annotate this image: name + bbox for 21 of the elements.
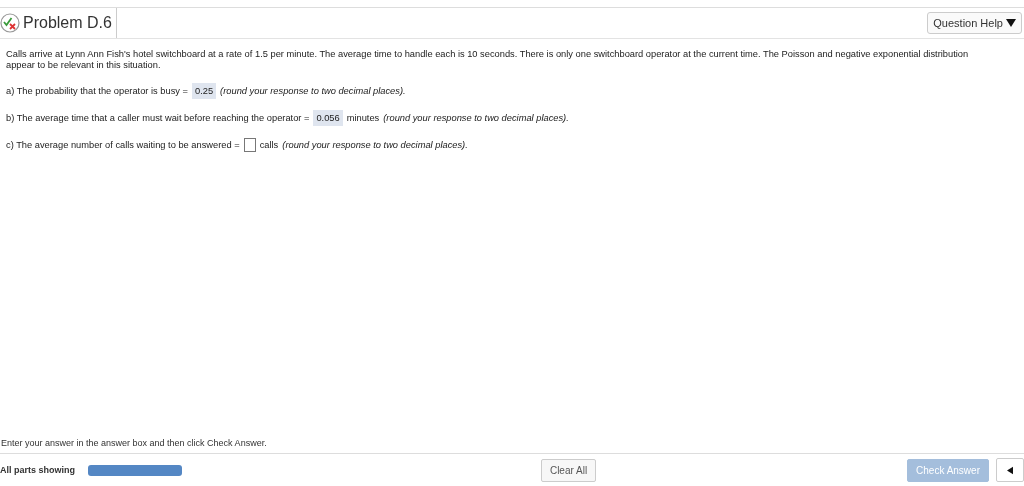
answer-value: 0.056 [313,110,343,126]
rounding-hint: (round your response to two decimal places). [383,113,569,123]
partial-credit-icon [0,13,20,33]
question-text: a) The probability that the operator is busy = [6,86,188,96]
left-triangle-icon [1007,465,1013,475]
caret-icon [1006,19,1016,27]
rounding-hint: (round your response to two decimal places). [282,140,468,150]
unit-text: minutes [346,113,380,123]
clear-all-button[interactable]: Clear All [540,458,597,482]
answer-box[interactable] [243,138,256,152]
parts-label: All parts showing [0,465,75,475]
rounding-hint: (round your response to two decimal places). [220,86,406,96]
instruction-text: Enter your answer in the answer box and then click Check Answer. [0,438,1024,454]
unit-text: calls [259,140,279,150]
previous-button[interactable] [996,458,1024,482]
answer-value: 0.25 [192,83,217,99]
question-text: b) The average time that a caller must wait before reaching the operator = [6,113,310,123]
problem-title: Problem D.6 [23,14,112,32]
problem-text: Calls arrive at Lynn Ann Fish's hotel switchboard at a rate of 1.5 per minute. The average time to handle each is 10 seconds. There is only one switchboard operator at the current time. The Poisson and negative exponential distribution appear to be relevant in this situation. [6,49,970,71]
question-text: c) The average number of calls waiting to be answered = [6,140,240,150]
question-help-button[interactable]: Question Help [927,12,1022,34]
